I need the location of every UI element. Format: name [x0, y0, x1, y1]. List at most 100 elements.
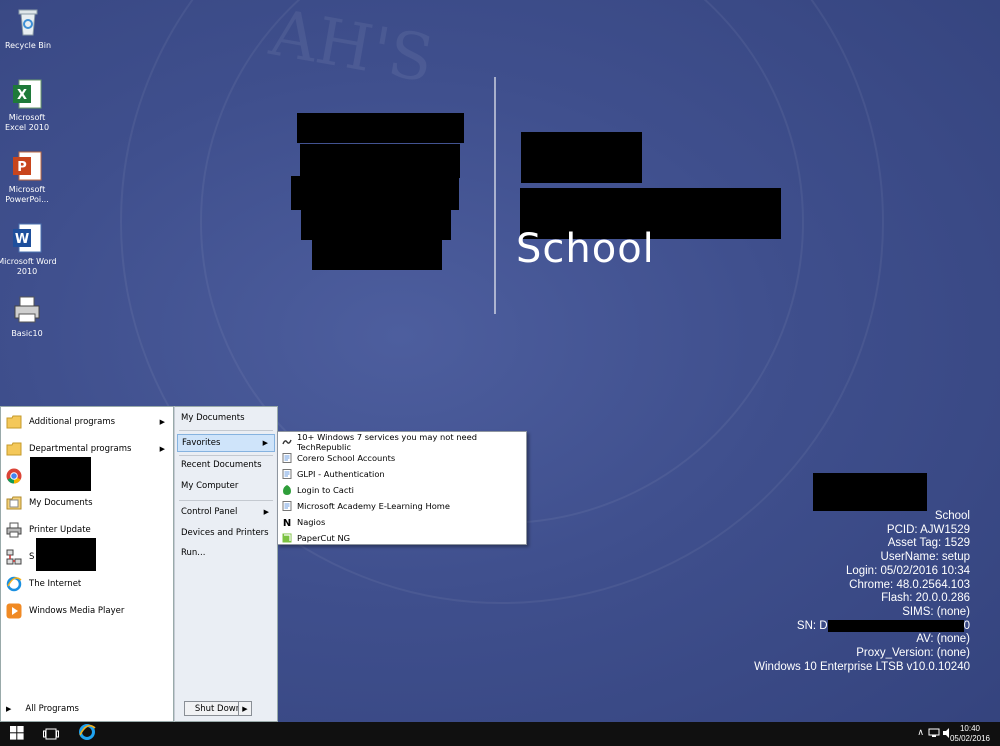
redacted-label — [36, 538, 96, 571]
bginfo-school: School — [934, 510, 970, 522]
redacted-crest-block-4 — [301, 208, 451, 240]
favorite-label: 10+ Windows 7 services you may not need … — [297, 431, 477, 452]
start-item-additional-programs[interactable]: Additional programs ▶ — [1, 411, 173, 433]
svg-text:W: W — [15, 232, 29, 247]
all-programs-label: All Programs — [25, 704, 79, 714]
task-view-icon — [43, 725, 59, 744]
chevron-right-icon: ▶ — [263, 508, 269, 516]
start-item-label: My Documents — [29, 498, 93, 508]
taskbar: ∧ 10:40 05/02/2016 — [0, 722, 1000, 746]
chevron-right-icon: ▶ — [6, 705, 12, 713]
start-item-the-internet[interactable]: The Internet — [1, 573, 173, 595]
start-item-windows-media-player[interactable]: Windows Media Player — [1, 600, 173, 622]
favorite-label: Login to Cacti — [297, 484, 354, 495]
svg-text:P: P — [17, 160, 27, 175]
start-place-label: Control Panel — [181, 507, 238, 517]
start-menu-places-pane: My Documents Favorites ▶ Recent Document… — [174, 406, 278, 722]
clock-date: 05/02/2016 — [949, 734, 990, 743]
start-item-label: S — [29, 552, 35, 562]
bginfo-login: Login: 05/02/2016 10:34 — [845, 564, 970, 577]
start-place-run[interactable]: Run... — [177, 544, 275, 562]
taskbar-clock[interactable]: 10:40 05/02/2016 — [950, 724, 990, 744]
powerpoint-desktop-icon[interactable]: P Microsoft PowerPoi... — [0, 150, 57, 205]
bginfo-flash: Flash: 20.0.0.286 — [881, 592, 970, 605]
chevron-right-icon: ▶ — [159, 418, 165, 426]
bginfo-sn-suffix: 0 — [963, 619, 970, 632]
start-place-devices-and-printers[interactable]: Devices and Printers — [177, 524, 275, 542]
favorite-item[interactable]: GLPI - Authentication — [280, 466, 524, 481]
bginfo-asset-tag: Asset Tag: 1529 — [887, 537, 970, 550]
start-place-control-panel[interactable]: Control Panel ▶ — [177, 503, 275, 521]
bginfo-av: AV: (none) — [916, 633, 970, 646]
internet-explorer-icon — [6, 576, 22, 592]
start-menu-programs-pane: Additional programs ▶ Departmental progr… — [0, 406, 174, 722]
svg-text:X: X — [17, 88, 27, 103]
basic10-desktop-icon[interactable]: Basic10 — [0, 294, 57, 339]
internet-explorer-taskbar-button[interactable] — [70, 722, 104, 746]
network-tray-icon[interactable] — [928, 728, 940, 741]
redacted-serial — [827, 619, 964, 632]
internet-explorer-icon — [78, 723, 96, 745]
start-place-favorites[interactable]: Favorites ▶ — [177, 434, 275, 452]
windows-logo-icon — [10, 725, 24, 744]
start-place-recent-documents[interactable]: Recent Documents — [177, 456, 275, 474]
redacted-crest-block-3 — [291, 176, 459, 210]
folder-icon — [6, 441, 22, 457]
start-item-my-documents[interactable]: My Documents — [1, 492, 173, 514]
desktop-icon-label: Microsoft Excel 2010 — [4, 113, 50, 132]
start-place-label: My Computer — [181, 481, 239, 491]
all-programs-button[interactable]: ▶ All Programs — [0, 704, 79, 714]
recycle-bin-desktop-icon[interactable]: Recycle Bin — [0, 6, 58, 51]
favorite-item[interactable]: Microsoft Academy E-Learning Home — [280, 498, 524, 513]
menu-separator — [179, 430, 273, 431]
favorite-item[interactable]: PaperCut NG — [280, 530, 524, 545]
start-button[interactable] — [0, 722, 34, 746]
start-item-label: Windows Media Player — [29, 606, 125, 616]
redacted-bginfo-header — [813, 473, 927, 511]
redacted-crest-block-2 — [300, 144, 460, 178]
printer-icon — [6, 522, 22, 538]
favorite-item[interactable]: N Nagios — [280, 514, 524, 529]
clock-time: 10:40 — [959, 724, 980, 733]
school-name-text: School — [516, 226, 655, 272]
start-item-label: The Internet — [29, 579, 82, 589]
excel-desktop-icon[interactable]: X Microsoft Excel 2010 — [0, 78, 57, 133]
powerpoint-icon: P — [11, 150, 43, 182]
start-item-label: Printer Update — [29, 525, 91, 535]
start-place-my-computer[interactable]: My Computer — [177, 477, 275, 495]
start-item-network-redacted[interactable]: S — [1, 538, 173, 571]
task-view-button[interactable] — [34, 722, 68, 746]
favorite-label: PaperCut NG — [297, 532, 351, 543]
favorites-submenu: 10+ Windows 7 services you may not need … — [277, 431, 527, 545]
printer-icon — [11, 294, 43, 326]
documents-icon — [6, 495, 22, 511]
favorite-item[interactable]: Login to Cacti — [280, 482, 524, 497]
desktop-icon-label: Microsoft Word 2010 — [0, 257, 57, 276]
favorite-item[interactable]: Corero School Accounts — [280, 450, 524, 465]
favorite-item[interactable]: 10+ Windows 7 services you may not need … — [280, 431, 524, 452]
tray-overflow-icon[interactable]: ∧ — [917, 728, 924, 738]
redacted-label — [30, 457, 91, 491]
favorite-label: GLPI - Authentication — [297, 468, 385, 479]
chrome-icon — [6, 468, 22, 484]
redacted-crest-block-1 — [297, 113, 464, 143]
desktop-icon-label: Microsoft PowerPoi... — [5, 185, 49, 204]
shutdown-options-button[interactable]: ▶ — [238, 701, 252, 716]
desktop-icon-label: Basic10 — [11, 329, 43, 338]
start-item-label: Departmental programs — [29, 444, 132, 454]
redacted-crest-block-5 — [312, 238, 442, 270]
word-desktop-icon[interactable]: W Microsoft Word 2010 — [0, 222, 57, 277]
start-item-chrome-redacted[interactable] — [1, 457, 173, 491]
network-icon — [6, 549, 22, 565]
nagios-icon: N — [282, 517, 292, 529]
bginfo-chrome: Chrome: 48.0.2564.103 — [849, 578, 970, 591]
bginfo-pcid: PCID: AJW1529 — [886, 523, 970, 536]
favorite-label: Corero School Accounts — [297, 452, 396, 463]
start-place-label: Favorites — [182, 438, 221, 448]
bginfo-sn: SN: D 0 — [754, 619, 970, 634]
start-item-label: Additional programs — [29, 417, 116, 427]
favorite-label: Nagios — [297, 516, 326, 527]
start-place-my-documents[interactable]: My Documents — [177, 409, 275, 427]
bginfo-username: UserName: setup — [880, 551, 970, 564]
desktop-icon-label: Recycle Bin — [4, 41, 52, 50]
